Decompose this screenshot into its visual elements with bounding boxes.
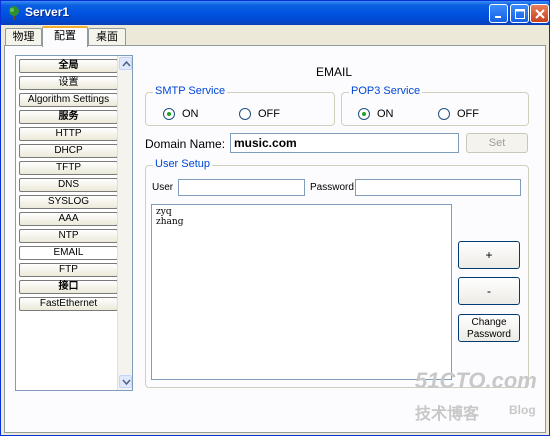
sidebar-item-ftp[interactable]: FTP: [19, 263, 118, 277]
title-bar[interactable]: Server1: [1, 1, 549, 25]
user-field[interactable]: [178, 179, 305, 196]
sidebar-item-http[interactable]: HTTP: [19, 127, 118, 141]
tab-physical[interactable]: 物理: [5, 28, 42, 46]
sidebar-item-algorithm-settings[interactable]: Algorithm Settings: [19, 93, 118, 107]
smtp-service-title: SMTP Service: [153, 85, 228, 97]
sidebar-item-tftp[interactable]: TFTP: [19, 161, 118, 175]
sidebar-item-syslog[interactable]: SYSLOG: [19, 195, 118, 209]
sidebar-item-dns[interactable]: DNS: [19, 178, 118, 192]
settings-nav-list: 全局 设置 Algorithm Settings 服务 HTTP DHCP TF…: [15, 55, 133, 391]
sidebar-item-aaa[interactable]: AAA: [19, 212, 118, 226]
user-setup-title: User Setup: [153, 158, 213, 170]
change-password-label-line2: Password: [467, 329, 511, 340]
tab-desktop[interactable]: 桌面: [88, 28, 126, 46]
close-button[interactable]: [530, 4, 549, 23]
pop3-service-group: POP3 Service ON OFF: [341, 85, 529, 126]
pop3-on-label: ON: [377, 108, 394, 120]
list-item[interactable]: zyq: [156, 207, 447, 217]
watermark-blog: Blog: [509, 403, 536, 417]
sidebar-item-dhcp[interactable]: DHCP: [19, 144, 118, 158]
change-password-label-line1: Change: [471, 317, 507, 328]
minimize-button[interactable]: [489, 4, 508, 23]
scroll-down-button[interactable]: [119, 375, 132, 388]
user-label: User: [152, 182, 174, 193]
page-title: EMAIL: [316, 65, 353, 79]
sidebar-header-services[interactable]: 服务: [19, 110, 118, 124]
pop3-service-title: POP3 Service: [349, 85, 423, 97]
domain-name-label: Domain Name:: [145, 137, 226, 151]
nav-scrollbar[interactable]: [117, 56, 132, 390]
remove-user-button[interactable]: -: [458, 277, 520, 305]
sidebar-item-email[interactable]: EMAIL: [19, 246, 118, 260]
watermark-text: 技术博客: [415, 406, 480, 423]
tree-icon: [6, 5, 22, 21]
sidebar-item-fastethernet[interactable]: FastEthernet: [19, 297, 118, 311]
user-list[interactable]: zyq zhang: [151, 204, 452, 380]
radio-selected-icon: [358, 108, 370, 120]
scroll-up-button[interactable]: [119, 57, 132, 70]
list-item[interactable]: zhang: [156, 217, 447, 227]
sidebar-item-ntp[interactable]: NTP: [19, 229, 118, 243]
sidebar-header-interface[interactable]: 接口: [19, 280, 118, 294]
maximize-button[interactable]: [510, 4, 529, 23]
radio-unselected-icon: [438, 108, 450, 120]
config-panel: 全局 设置 Algorithm Settings 服务 HTTP DHCP TF…: [4, 45, 546, 433]
smtp-on-label: ON: [182, 108, 199, 120]
smtp-service-group: SMTP Service ON OFF: [145, 85, 335, 126]
sidebar-item-settings[interactable]: 设置: [19, 76, 118, 90]
sidebar-header-global[interactable]: 全局: [19, 59, 118, 73]
password-label: Password: [310, 182, 354, 193]
change-password-button[interactable]: Change Password: [458, 314, 520, 342]
radio-unselected-icon: [239, 108, 251, 120]
domain-name-field[interactable]: music.com: [230, 133, 459, 153]
set-button[interactable]: Set: [466, 133, 528, 153]
server-window: Server1 物理 配置 桌面 全局 设置 Algorithm Setting…: [0, 0, 550, 436]
smtp-off-label: OFF: [258, 108, 280, 120]
watermark-logo: 51CTO.com: [415, 368, 537, 393]
password-field[interactable]: [355, 179, 521, 196]
add-user-button[interactable]: +: [458, 241, 520, 269]
tab-config[interactable]: 配置: [42, 26, 88, 47]
radio-selected-icon: [163, 108, 175, 120]
pop3-off-label: OFF: [457, 108, 479, 120]
window-title: Server1: [25, 5, 70, 19]
